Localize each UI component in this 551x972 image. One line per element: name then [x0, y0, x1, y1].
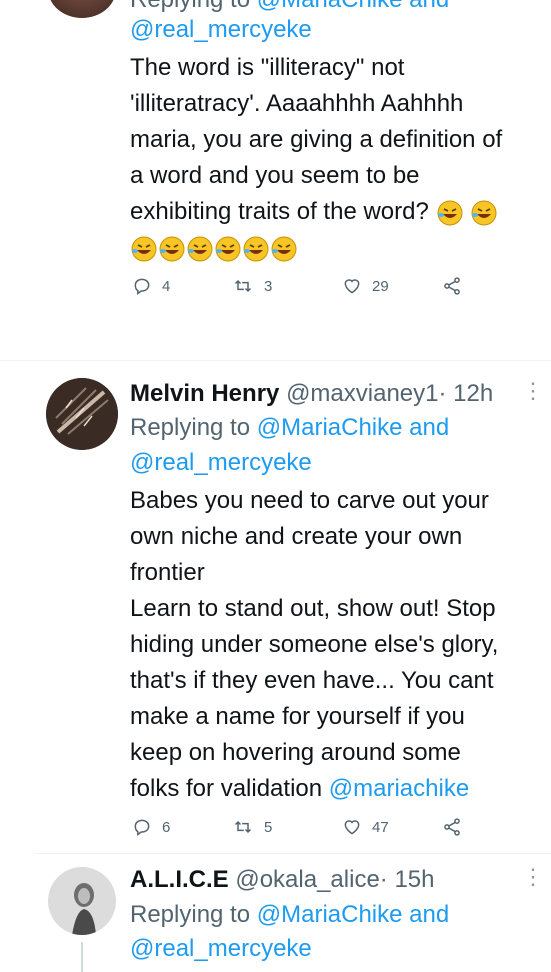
- avatar-portrait-icon: [48, 867, 116, 935]
- reply-button[interactable]: 6: [132, 817, 232, 837]
- retweet-icon: [234, 279, 252, 293]
- body-line: The word is "illiteracy" not: [130, 54, 405, 81]
- laughing-emoji-icon: [215, 236, 241, 262]
- body-line: hiding under someone else's glory,: [130, 631, 499, 658]
- replying-to-line: Replying to @MariaChike and: [130, 897, 449, 933]
- retweet-count: 3: [264, 277, 273, 295]
- reply-icon: [134, 278, 150, 295]
- body-line-text: exhibiting traits of the word?: [130, 198, 429, 225]
- body-line: 'illiteratracy'. Aaaahhhh Aahhhh: [130, 90, 464, 117]
- share-button[interactable]: [442, 276, 462, 296]
- emoji-row: [130, 230, 540, 266]
- tweet-actions: 4 3 29: [132, 276, 462, 296]
- more-options-icon[interactable]: ⋮: [522, 864, 544, 890]
- laughing-emoji-icon: [159, 236, 185, 262]
- mention-link[interactable]: @mariachike: [329, 775, 469, 802]
- replying-prefix: Replying to: [130, 414, 251, 441]
- like-count: 29: [372, 277, 389, 295]
- replying-mention-link[interactable]: @MariaChike and: [257, 901, 449, 928]
- laughing-emoji-icon: [187, 236, 213, 262]
- laughing-emoji-icon: [131, 236, 157, 262]
- tweet-header: Melvin Henry @maxvianey1· 12h: [130, 376, 530, 412]
- replying-mention-link-2[interactable]: @real_mercyeke: [130, 12, 312, 48]
- avatar[interactable]: [48, 867, 116, 935]
- body-line: Babes you need to carve out your: [130, 487, 489, 514]
- body-line: make a name for yourself if you: [130, 703, 465, 730]
- body-line: maria, you are giving a definition of: [130, 126, 503, 153]
- avatar[interactable]: [46, 378, 118, 450]
- body-line: frontier: [130, 559, 205, 586]
- body-line: exhibiting traits of the word?: [130, 194, 540, 230]
- like-button[interactable]: 47: [342, 817, 442, 837]
- reply-icon: [134, 819, 150, 836]
- laughing-emoji-icon: [243, 236, 269, 262]
- reply-count: 6: [162, 818, 171, 836]
- display-name[interactable]: Melvin Henry: [130, 380, 279, 407]
- like-button[interactable]: 29: [342, 276, 442, 296]
- tweet-time[interactable]: · 12h: [439, 380, 494, 407]
- tweet-body: Babes you need to carve out your own nic…: [130, 483, 545, 807]
- body-line-text: folks for validation: [130, 775, 323, 802]
- retweet-icon: [234, 820, 252, 834]
- retweet-button[interactable]: 5: [232, 817, 342, 837]
- avatar[interactable]: [48, 0, 116, 18]
- heart-icon: [344, 279, 360, 294]
- more-options-icon[interactable]: ⋮: [522, 378, 544, 404]
- share-button[interactable]: [442, 817, 462, 837]
- divider: [0, 360, 551, 361]
- divider: [34, 853, 551, 854]
- body-line: Learn to stand out, show out! Stop: [130, 595, 496, 622]
- tweet-header: A.L.I.C.E @okala_alice· 15h: [130, 862, 530, 898]
- tweet-body: The word is "illiteracy" not 'illiteratr…: [130, 50, 540, 266]
- emoji-group: [436, 198, 499, 226]
- user-handle[interactable]: @okala_alice: [235, 866, 379, 893]
- replying-mention-link[interactable]: @MariaChike and: [257, 414, 449, 441]
- body-line: a word and you seem to be: [130, 162, 420, 189]
- thread-line: [81, 942, 83, 972]
- laughing-emoji-icon: [271, 236, 297, 262]
- replying-mention-link-2[interactable]: @real_mercyeke: [130, 445, 312, 481]
- avatar-pattern-icon: [46, 378, 118, 450]
- share-icon: [444, 818, 460, 836]
- body-line: keep on hovering around some: [130, 739, 461, 766]
- tweet-time[interactable]: · 15h: [380, 866, 435, 893]
- user-handle[interactable]: @maxvianey1: [286, 380, 438, 407]
- tweet-actions: 6 5 47: [132, 817, 462, 837]
- reply-button[interactable]: 4: [132, 276, 232, 296]
- replying-prefix: Replying to: [130, 901, 251, 928]
- body-line: own niche and create your own: [130, 523, 463, 550]
- laughing-emoji-icon: [471, 200, 497, 226]
- heart-icon: [344, 820, 360, 835]
- laughing-emoji-icon: [437, 200, 462, 226]
- like-count: 47: [372, 818, 389, 836]
- retweet-button[interactable]: 3: [232, 276, 342, 296]
- body-line: folks for validation @mariachike: [130, 771, 545, 807]
- share-icon: [444, 277, 460, 295]
- body-line: that's if they even have... You cant: [130, 667, 494, 694]
- display-name[interactable]: A.L.I.C.E: [130, 866, 229, 893]
- reply-count: 4: [162, 277, 171, 295]
- replying-mention-link-2[interactable]: @real_mercyeke: [130, 931, 312, 967]
- retweet-count: 5: [264, 818, 273, 836]
- replying-to-line: Replying to @MariaChike and: [130, 410, 449, 446]
